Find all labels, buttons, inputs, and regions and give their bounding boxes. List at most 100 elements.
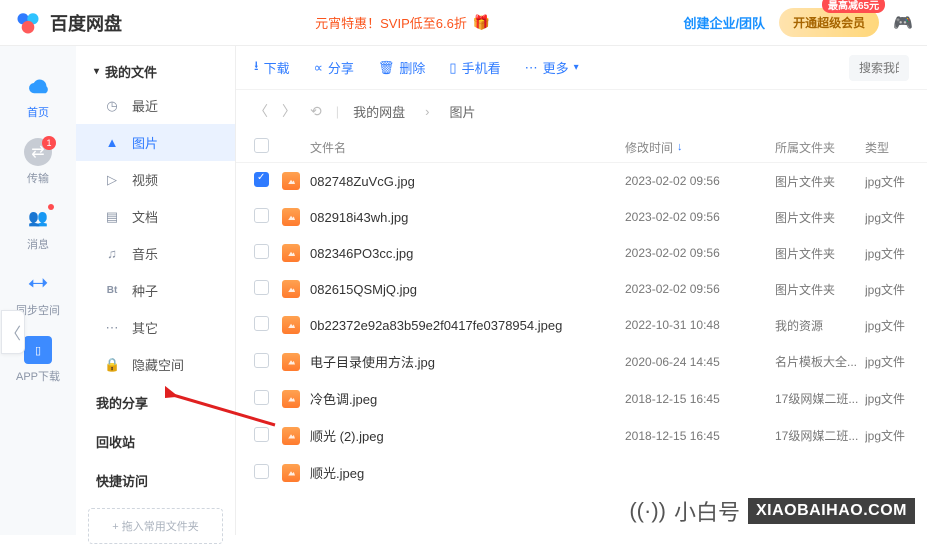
tree-header-my-files[interactable]: ▾ 我的文件 bbox=[76, 56, 235, 87]
mobile-icon: ▯ bbox=[449, 60, 456, 76]
row-checkbox[interactable] bbox=[254, 353, 269, 368]
file-table-header: 文件名 修改时间↓ 所属文件夹 类型 bbox=[236, 132, 927, 163]
create-enterprise-link[interactable]: 创建企业/团队 bbox=[683, 13, 765, 32]
tree-recent[interactable]: ◷最近 bbox=[76, 87, 235, 124]
row-checkbox[interactable] bbox=[254, 390, 269, 405]
file-folder: 我的资源 bbox=[775, 317, 865, 334]
file-folder: 图片文件夹 bbox=[775, 281, 865, 298]
download-icon: ⭳ bbox=[254, 57, 259, 79]
forward-button[interactable]: 〉 bbox=[282, 101, 296, 121]
file-name: 电子目录使用方法.jpg bbox=[310, 352, 625, 371]
back-button[interactable]: 〈 bbox=[254, 101, 268, 121]
col-folder[interactable]: 所属文件夹 bbox=[775, 139, 865, 156]
message-dot bbox=[48, 204, 54, 210]
promo-text[interactable]: 元宵特惠！SVIP低至6.6折 bbox=[315, 13, 467, 32]
row-checkbox[interactable] bbox=[254, 280, 269, 295]
nav-transfer[interactable]: ⇄ 1 传输 bbox=[0, 132, 76, 192]
section-my-share[interactable]: 我的分享 bbox=[76, 383, 235, 422]
top-bar: 百度网盘 元宵特惠！SVIP低至6.6折 🎁 创建企业/团队 开通超级会员 最高… bbox=[0, 0, 927, 46]
image-file-icon bbox=[282, 353, 300, 371]
file-name: 082615QSMjQ.jpg bbox=[310, 282, 625, 297]
row-checkbox[interactable] bbox=[254, 316, 269, 331]
col-type[interactable]: 类型 bbox=[865, 139, 909, 156]
image-icon: ▲ bbox=[104, 135, 120, 150]
refresh-button[interactable]: ⟲ bbox=[310, 103, 322, 120]
drop-folder-target[interactable]: + 拖入常用文件夹 bbox=[88, 508, 223, 544]
music-icon: ♫ bbox=[104, 246, 120, 261]
row-checkbox[interactable] bbox=[254, 172, 269, 187]
breadcrumb-row: 〈 〉 ⟲ | 我的网盘 › 图片 bbox=[236, 90, 927, 132]
share-button[interactable]: ∝分享 bbox=[314, 58, 354, 77]
tree-hidden[interactable]: 🔒隐藏空间 bbox=[76, 346, 235, 383]
breadcrumb-root[interactable]: 我的网盘 bbox=[353, 102, 405, 121]
nav-messages[interactable]: 👥 消息 bbox=[0, 198, 76, 258]
play-icon: ▷ bbox=[104, 172, 120, 188]
table-row[interactable]: 冷色调.jpeg2018-12-15 16:4517级网媒二班...jpg文件 bbox=[236, 380, 927, 417]
sort-arrow-icon: ↓ bbox=[677, 141, 683, 153]
table-row[interactable]: 顺光.jpeg bbox=[236, 454, 927, 491]
phone-icon: ▯ bbox=[24, 336, 52, 364]
tree-torrent[interactable]: Bt种子 bbox=[76, 272, 235, 309]
mobile-button[interactable]: ▯手机看 bbox=[449, 58, 500, 77]
tree-video[interactable]: ▷视频 bbox=[76, 161, 235, 198]
bt-icon: Bt bbox=[104, 285, 120, 296]
row-checkbox[interactable] bbox=[254, 427, 269, 442]
table-row[interactable]: 082346PO3cc.jpg2023-02-02 09:56图片文件夹jpg文… bbox=[236, 235, 927, 271]
file-folder: 名片模板大全... bbox=[775, 353, 865, 370]
row-checkbox[interactable] bbox=[254, 244, 269, 259]
row-checkbox[interactable] bbox=[254, 208, 269, 223]
download-button[interactable]: ⭳下载 bbox=[254, 57, 290, 79]
file-type: jpg文件 bbox=[865, 173, 909, 190]
table-row[interactable]: 082615QSMjQ.jpg2023-02-02 09:56图片文件夹jpg文… bbox=[236, 271, 927, 307]
gamepad-icon[interactable]: 🎮 bbox=[893, 13, 913, 33]
section-recycle[interactable]: 回收站 bbox=[76, 422, 235, 461]
tree-music[interactable]: ♫音乐 bbox=[76, 235, 235, 272]
clock-icon: ◷ bbox=[104, 98, 120, 114]
table-row[interactable]: 082748ZuVcG.jpg2023-02-02 09:56图片文件夹jpg文… bbox=[236, 163, 927, 199]
logo[interactable]: 百度网盘 bbox=[14, 9, 122, 37]
sync-icon bbox=[24, 270, 52, 298]
file-time: 2023-02-02 09:56 bbox=[625, 174, 775, 188]
row-checkbox[interactable] bbox=[254, 464, 269, 479]
tree-docs[interactable]: ▤文档 bbox=[76, 198, 235, 235]
file-type: jpg文件 bbox=[865, 209, 909, 226]
table-row[interactable]: 电子目录使用方法.jpg2020-06-24 14:45名片模板大全...jpg… bbox=[236, 343, 927, 380]
table-row[interactable]: 0b22372e92a83b59e2f0417fe0378954.jpeg202… bbox=[236, 307, 927, 343]
col-time[interactable]: 修改时间↓ bbox=[625, 139, 775, 156]
sidebar-collapse-handle[interactable]: 〈 bbox=[1, 310, 25, 354]
file-tree-sidebar: ▾ 我的文件 ◷最近 ▲图片 ▷视频 ▤文档 ♫音乐 Bt种子 ⋯其它 🔒隐藏空… bbox=[76, 46, 236, 535]
file-folder: 17级网媒二班... bbox=[775, 427, 865, 444]
file-list: 082748ZuVcG.jpg2023-02-02 09:56图片文件夹jpg文… bbox=[236, 163, 927, 491]
vip-button[interactable]: 开通超级会员 最高减65元 bbox=[779, 8, 879, 37]
file-type: jpg文件 bbox=[865, 390, 909, 407]
file-name: 顺光.jpeg bbox=[310, 463, 625, 482]
primary-sidenav: 首页 ⇄ 1 传输 👥 消息 同步空间 ▯ APP下载 bbox=[0, 46, 76, 535]
delete-button[interactable]: 🗑删除 bbox=[378, 58, 426, 77]
col-name[interactable]: 文件名 bbox=[310, 139, 625, 156]
file-toolbar: ⭳下载 ∝分享 🗑删除 ▯手机看 ⋯更多▾ bbox=[236, 46, 927, 90]
select-all-checkbox[interactable] bbox=[254, 138, 269, 153]
more-icon: ⋯ bbox=[525, 60, 538, 76]
breadcrumb-current[interactable]: 图片 bbox=[449, 102, 475, 121]
doc-icon: ▤ bbox=[104, 209, 120, 225]
file-name: 082346PO3cc.jpg bbox=[310, 246, 625, 261]
tree-other[interactable]: ⋯其它 bbox=[76, 309, 235, 346]
table-row[interactable]: 082918i43wh.jpg2023-02-02 09:56图片文件夹jpg文… bbox=[236, 199, 927, 235]
table-row[interactable]: 顺光 (2).jpeg2018-12-15 16:4517级网媒二班...jpg… bbox=[236, 417, 927, 454]
nav-home[interactable]: 首页 bbox=[0, 60, 76, 126]
cloud-icon bbox=[21, 66, 55, 100]
tree-images[interactable]: ▲图片 bbox=[76, 124, 235, 161]
file-name: 顺光 (2).jpeg bbox=[310, 426, 625, 445]
file-type: jpg文件 bbox=[865, 281, 909, 298]
file-type: jpg文件 bbox=[865, 353, 909, 370]
image-file-icon bbox=[282, 244, 300, 262]
section-quick-access[interactable]: 快捷访问 bbox=[76, 461, 235, 500]
file-time: 2018-12-15 16:45 bbox=[625, 429, 775, 443]
file-type: jpg文件 bbox=[865, 317, 909, 334]
gift-icon: 🎁 bbox=[473, 14, 490, 31]
chevron-down-icon: ▾ bbox=[574, 62, 579, 73]
search-input[interactable] bbox=[849, 55, 909, 81]
more-button[interactable]: ⋯更多▾ bbox=[525, 58, 579, 77]
image-file-icon bbox=[282, 280, 300, 298]
file-folder: 17级网媒二班... bbox=[775, 390, 865, 407]
